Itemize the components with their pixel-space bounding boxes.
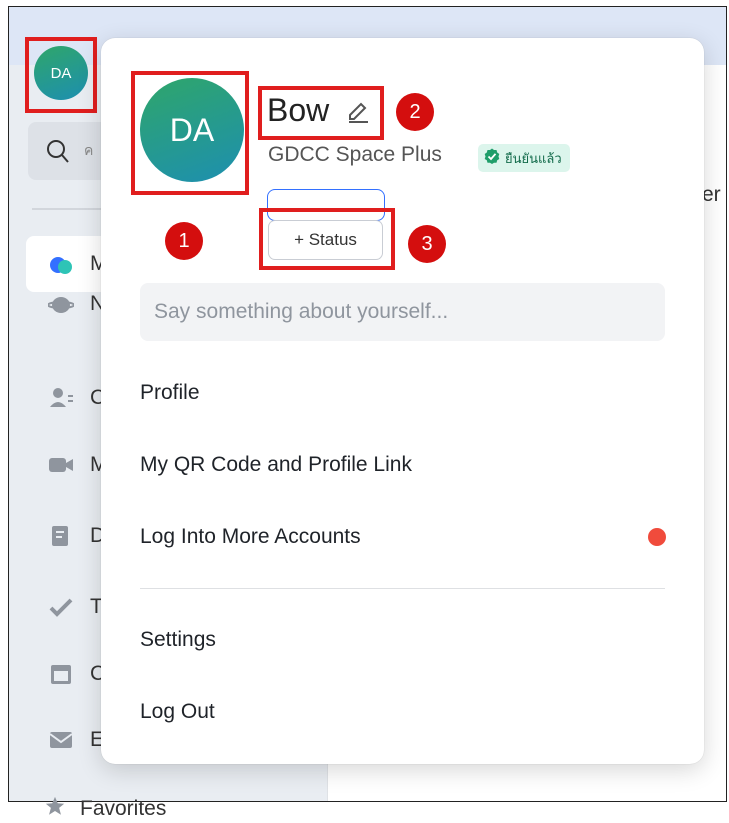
contacts-icon xyxy=(48,387,74,409)
moments-icon xyxy=(48,293,74,315)
sidebar-item-favorites[interactable]: Favorites xyxy=(44,795,166,822)
annotation-box-name xyxy=(258,86,384,140)
annotation-box-profile-avatar xyxy=(131,71,249,195)
star-icon xyxy=(44,795,66,822)
about-input[interactable]: Say something about yourself... xyxy=(140,283,665,341)
verified-badge: ยืนยันแล้ว xyxy=(478,144,570,172)
menu-divider xyxy=(140,588,665,589)
favorites-label: Favorites xyxy=(80,796,167,820)
docs-icon xyxy=(48,525,74,547)
verified-check-icon xyxy=(484,148,500,169)
callout-3: 3 xyxy=(408,225,446,263)
tasks-icon xyxy=(48,596,74,618)
notification-dot xyxy=(648,528,666,546)
menu-item-qr-code[interactable]: My QR Code and Profile Link xyxy=(140,453,412,477)
search-icon xyxy=(46,138,70,169)
organization-name: GDCC Space Plus xyxy=(268,143,442,166)
sidebar-divider xyxy=(32,208,112,210)
menu-item-log-out[interactable]: Log Out xyxy=(140,700,215,724)
menu-item-profile[interactable]: Profile xyxy=(140,381,200,405)
callout-2: 2 xyxy=(396,93,434,131)
main-partial-text: er xyxy=(702,183,721,206)
search-placeholder: ค xyxy=(84,142,94,158)
calendar-icon xyxy=(48,663,74,685)
annotation-box-status xyxy=(259,208,395,270)
annotation-box-avatar xyxy=(25,37,97,113)
menu-item-settings[interactable]: Settings xyxy=(140,628,216,652)
messenger-icon xyxy=(48,253,74,275)
menu-item-more-accounts[interactable]: Log Into More Accounts xyxy=(140,525,361,549)
verified-label: ยืนยันแล้ว xyxy=(505,150,562,166)
callout-1: 1 xyxy=(165,222,203,260)
email-icon xyxy=(48,729,74,751)
video-meeting-icon xyxy=(48,454,74,476)
